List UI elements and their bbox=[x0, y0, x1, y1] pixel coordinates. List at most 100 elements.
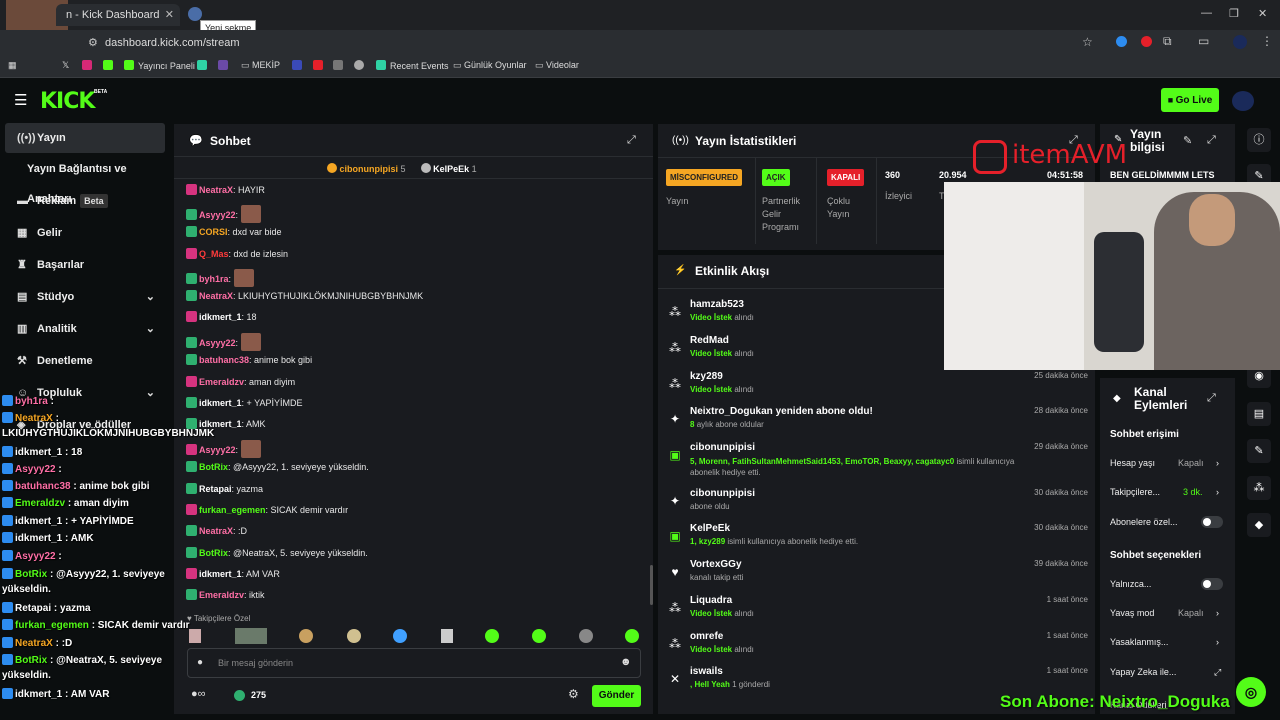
activity-sub: Video İstek alındı bbox=[690, 645, 754, 654]
chat-text: yazma bbox=[236, 484, 264, 494]
close-window-icon[interactable]: ✕ bbox=[1258, 7, 1267, 20]
sidebar-item-reklam[interactable]: ▬ Reklam Beta bbox=[5, 186, 165, 216]
chat-input-placeholder: Bir mesaj gönderin bbox=[218, 658, 294, 668]
sidebar-item-yayin[interactable]: ((•)) Yayın bbox=[5, 123, 165, 153]
chat-input[interactable]: ● Bir mesaj gönderin ☻ bbox=[187, 648, 641, 678]
popout-icon[interactable]: ⤢ bbox=[1207, 134, 1216, 147]
emote[interactable] bbox=[579, 629, 593, 643]
emote[interactable] bbox=[299, 629, 313, 643]
popout-icon[interactable]: ⤢ bbox=[627, 134, 636, 147]
bookmark-videolar[interactable]: ▭ Videolar bbox=[535, 60, 579, 71]
points-icon bbox=[234, 690, 245, 701]
activity-item[interactable]: ✦ cibonunpipisi abone oldu 30 dakika önce bbox=[668, 488, 1088, 522]
gifter-name: cibonunpipisi bbox=[339, 164, 399, 174]
bookmark-icon[interactable] bbox=[218, 60, 232, 71]
youtube-icon[interactable] bbox=[313, 60, 327, 71]
only-toggle[interactable] bbox=[1201, 578, 1223, 590]
extension-icon[interactable] bbox=[1116, 36, 1127, 47]
overlay-chat-line: yükseldin. bbox=[2, 670, 51, 681]
kick-icon[interactable] bbox=[103, 60, 117, 71]
sparkle-icon: ✦ bbox=[669, 494, 681, 508]
bookmark-recent-events[interactable]: Recent Events bbox=[376, 60, 449, 71]
emote[interactable] bbox=[625, 629, 639, 643]
chat-username: Asyyy22 bbox=[199, 445, 236, 455]
url-text[interactable]: dashboard.kick.com/stream bbox=[105, 37, 240, 49]
close-icon[interactable]: ✕ bbox=[165, 4, 174, 26]
chevron-right-icon: › bbox=[1216, 458, 1219, 468]
emote[interactable] bbox=[532, 629, 546, 643]
support-button[interactable]: ◎ bbox=[1236, 677, 1266, 707]
hamburger-icon[interactable]: ☰ bbox=[14, 91, 27, 109]
activity-item[interactable]: ▣ cibonunpipisi 5, Morenn, FatihSultanMehm… bbox=[668, 442, 1088, 477]
bookmark-mekip[interactable]: ▭ MEKİP bbox=[241, 60, 280, 71]
bookmark-gunluk-oyunlar[interactable]: ▭ Günlük Oyunlar bbox=[453, 60, 527, 71]
restore-icon[interactable]: ❐ bbox=[1229, 7, 1239, 20]
puzzle-icon[interactable]: ⧉ bbox=[1163, 34, 1172, 49]
gear-icon[interactable]: ⚙ bbox=[568, 687, 579, 701]
overlay-chat-line: furkan_egemen : SICAK demir vardır bbox=[2, 619, 190, 631]
activity-item[interactable]: ⁂ omrefe Video İstek alındı 1 saat önce bbox=[668, 631, 1088, 665]
overlay-text: : @NeatraX, 5. seviyeye bbox=[50, 655, 163, 666]
scrollbar[interactable] bbox=[650, 565, 653, 605]
chat-username: idkmert_1 bbox=[199, 569, 242, 579]
sidebar-item-studyo[interactable]: ▤ Stüdyo ⌄ bbox=[5, 282, 165, 312]
send-button[interactable]: Gönder bbox=[592, 685, 641, 707]
site-info-icon[interactable]: ⚙ bbox=[88, 36, 98, 49]
slow-mode-row[interactable]: Yavaş mod Kapalı › bbox=[1110, 608, 1225, 618]
sidebar-item-gelir[interactable]: ▦ Gelir bbox=[5, 218, 165, 248]
activity-item[interactable]: ⁂ Liquadra Video İstek alındı 1 saat önce bbox=[668, 595, 1088, 629]
menu-icon[interactable]: ⋮ bbox=[1261, 34, 1273, 48]
edit-icon[interactable]: ✎ bbox=[1183, 134, 1192, 147]
followers-row[interactable]: Takipçilere... 3 dk. › bbox=[1110, 487, 1225, 497]
wrench-icon[interactable]: ✎ bbox=[1247, 439, 1271, 463]
sidebar-item-yayin-baglantisi[interactable]: Yayın Bağlantısı ve Anahtarı bbox=[5, 154, 165, 205]
chat-username: CORSI bbox=[199, 227, 228, 237]
bookmark-icon[interactable] bbox=[354, 60, 368, 71]
community-icon[interactable]: ⁂ bbox=[1247, 476, 1271, 500]
bookmark-yayinci-paneli[interactable]: Yayıncı Paneli bbox=[124, 60, 195, 71]
go-live-button[interactable]: ■ Go Live bbox=[1161, 88, 1219, 112]
stats-icon[interactable]: ▤ bbox=[1247, 402, 1271, 426]
emote[interactable] bbox=[235, 628, 267, 644]
x-icon[interactable]: 𝕏 bbox=[62, 60, 69, 71]
emoji-icon[interactable]: ☻ bbox=[620, 656, 632, 668]
activity-item[interactable]: ✦ Neixtro_Dogukan yeniden abone oldu! 8 ay… bbox=[668, 406, 1088, 440]
instagram-icon[interactable] bbox=[82, 60, 96, 71]
infinity-icon: ●∞ bbox=[191, 688, 206, 700]
star-icon[interactable]: ☆ bbox=[1082, 35, 1093, 49]
sidepanel-icon[interactable]: ▭ bbox=[1198, 34, 1209, 48]
sidebar-item-basarilar[interactable]: ♜ Başarılar bbox=[5, 250, 165, 280]
overlay-username: batuhanc38 bbox=[15, 481, 71, 492]
minimize-icon[interactable]: — bbox=[1201, 7, 1212, 19]
overlay-text: : yazma bbox=[53, 603, 91, 614]
kick-logo[interactable]: KICK bbox=[40, 89, 95, 114]
emote[interactable] bbox=[393, 629, 407, 643]
emote[interactable] bbox=[189, 629, 201, 643]
activity-time: 30 dakika önce bbox=[1034, 523, 1088, 532]
extension-icon[interactable] bbox=[1141, 36, 1152, 47]
emote[interactable] bbox=[347, 629, 361, 643]
shield-icon[interactable]: ◆ bbox=[1247, 513, 1271, 537]
bookmark-icon[interactable] bbox=[292, 60, 306, 71]
activity-item[interactable]: ▣ KelPeEk 1, kzy289 isimli kullanıcıya abo… bbox=[668, 523, 1088, 557]
new-tab-button[interactable] bbox=[188, 7, 202, 21]
subs-only-toggle[interactable] bbox=[1201, 516, 1223, 528]
gifter-badge-icon bbox=[327, 163, 337, 173]
emote[interactable] bbox=[441, 629, 453, 643]
bookmark-icon[interactable] bbox=[333, 60, 347, 71]
avatar[interactable] bbox=[1232, 91, 1254, 111]
popout-icon[interactable]: ⤢ bbox=[1207, 392, 1216, 405]
apps-icon[interactable]: ▦ bbox=[8, 60, 17, 71]
activity-item[interactable]: ♥ VortexGGy kanalı takip etti 39 dakika önc… bbox=[668, 559, 1088, 593]
activity-item[interactable]: ⁂ kzy289 Video İstek alındı 25 dakika önce bbox=[668, 371, 1088, 405]
info-icon[interactable]: ⓘ bbox=[1247, 128, 1271, 152]
account-age-row[interactable]: Hesap yaşı Kapalı › bbox=[1110, 458, 1225, 468]
bookmark-icon[interactable] bbox=[197, 60, 211, 71]
profile-avatar[interactable] bbox=[1233, 35, 1247, 49]
ai-row[interactable]: Yapay Zeka ile... ⤢ bbox=[1110, 667, 1225, 677]
browser-tab[interactable]: n - Kick Dashboard ✕ bbox=[56, 4, 180, 26]
sidebar-item-denetleme[interactable]: ⚒ Denetleme bbox=[5, 346, 165, 376]
banned-row[interactable]: Yasaklanmış... › bbox=[1110, 637, 1225, 647]
emote[interactable] bbox=[485, 629, 499, 643]
sidebar-item-analitik[interactable]: ▥ Analitik ⌄ bbox=[5, 314, 165, 344]
